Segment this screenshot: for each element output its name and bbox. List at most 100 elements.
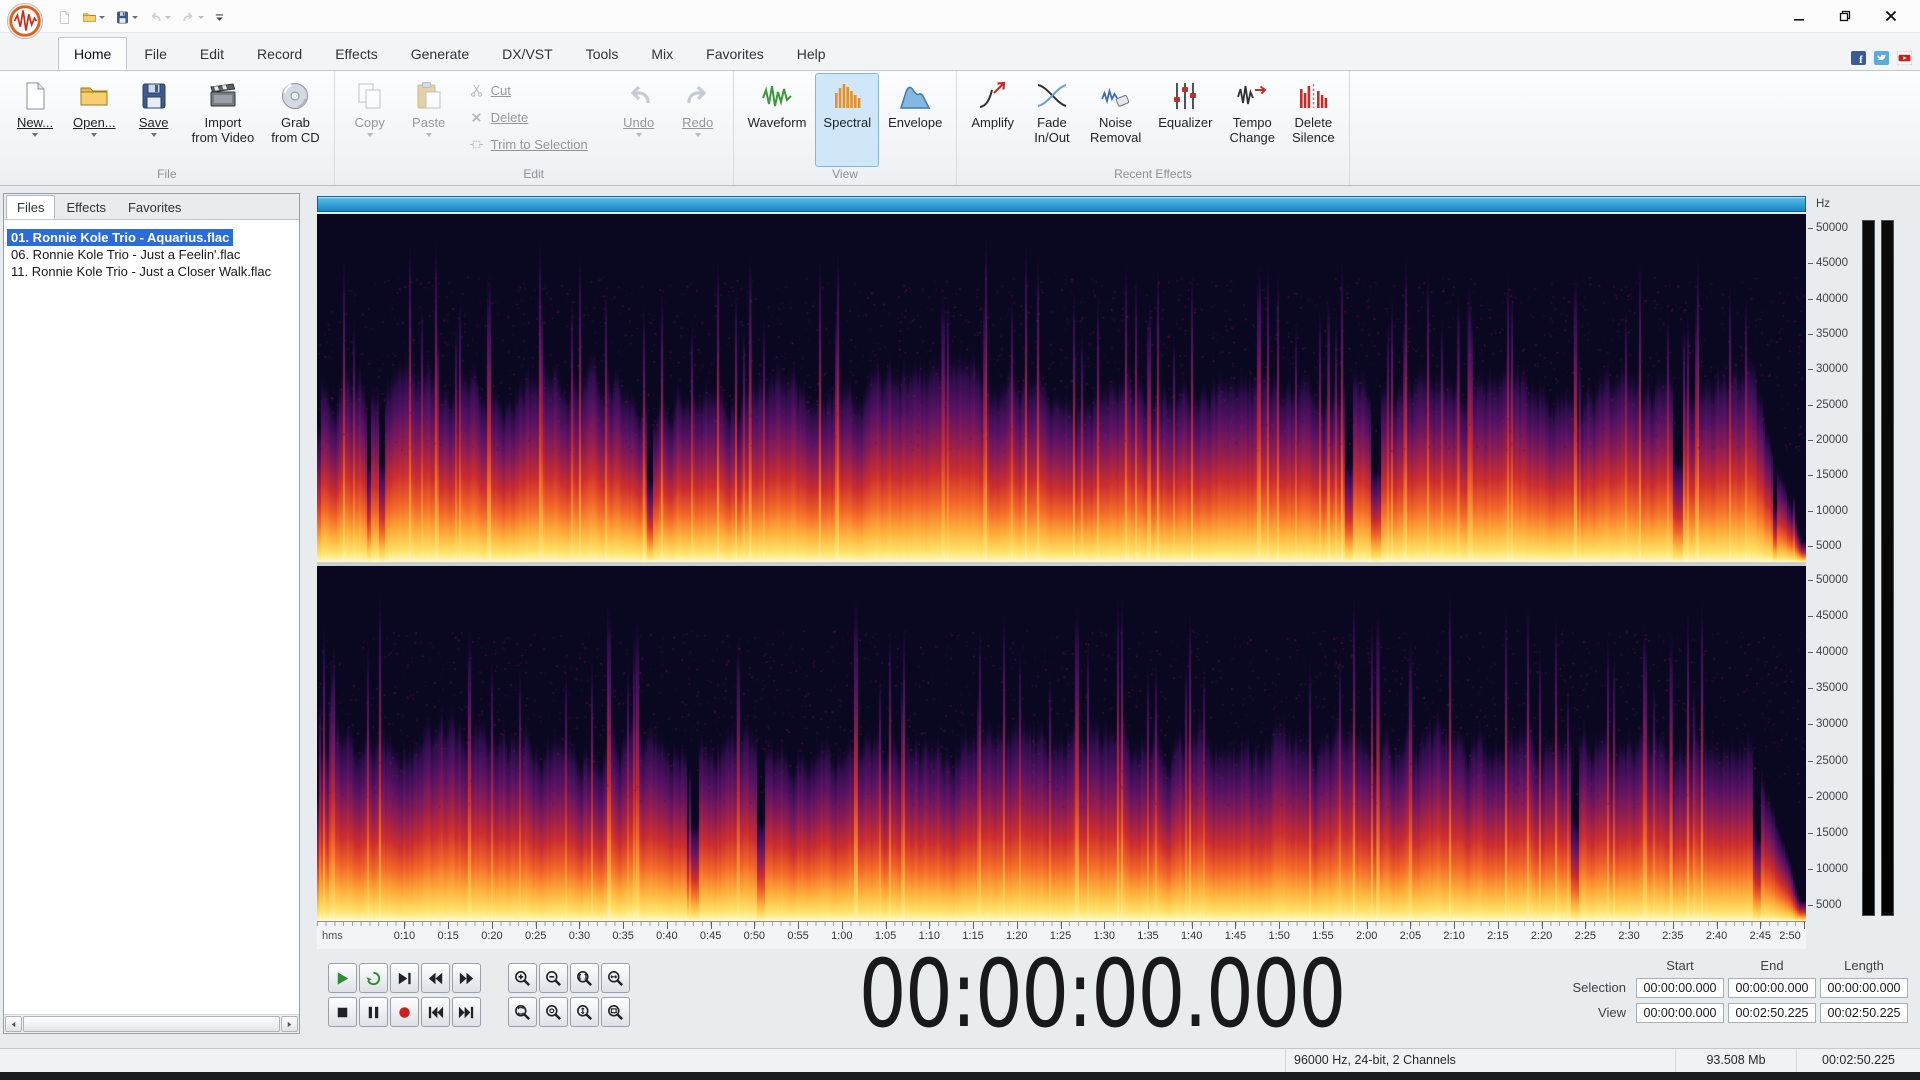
ribbon-button-new[interactable]: New... [6,73,64,167]
file-list-hscrollbar[interactable] [4,1014,299,1033]
minimize-icon [1793,10,1805,22]
ribbon-button-amplify[interactable]: Amplify [963,73,1022,167]
go-start-button[interactable] [421,997,450,1027]
spectrogram-channel-2[interactable] [317,566,1806,921]
spectral-icon [831,77,863,115]
zoom-vert-selection-button[interactable] [508,997,537,1027]
ribbon-tab-home[interactable]: Home [58,37,128,70]
ribbon-button-envelope[interactable]: Envelope [880,73,950,167]
file-list-item[interactable]: 06. Ronnie Kole Trio - Just a Feelin'.fl… [7,246,244,263]
ribbon-tab-record[interactable]: Record [241,37,318,70]
ruler-time-label: 0:25 [524,930,547,942]
zoom-full-button[interactable] [601,963,630,993]
twitter-icon[interactable] [1874,51,1889,65]
selection-end-field[interactable]: 00:00:00.000 [1728,977,1816,998]
youtube-icon[interactable] [1897,51,1912,65]
trim-icon [469,137,485,152]
zoom-vert-out-button[interactable] [539,997,568,1027]
svg-text:f: f [1859,54,1863,65]
go-end-icon [457,1003,476,1022]
close-button[interactable] [1868,0,1914,32]
facebook-icon[interactable]: f [1851,51,1866,65]
panel-tab-favorites[interactable]: Favorites [117,195,192,219]
noise-removal-icon [1100,77,1132,115]
selection-start-field[interactable]: 00:00:00.000 [1636,977,1724,998]
undo-button [145,6,174,28]
view-start-field[interactable]: 00:00:00.000 [1636,1002,1724,1023]
pause-button[interactable] [359,997,388,1027]
redo-icon [181,10,196,25]
view-length-field[interactable]: 00:02:50.225 [1820,1002,1908,1023]
ribbon-tab-favorites[interactable]: Favorites [690,37,780,70]
scroll-right-button[interactable] [281,1016,298,1032]
forward-button[interactable] [452,963,481,993]
ruler-tick [1279,922,1281,929]
maximize-button[interactable] [1822,0,1868,32]
ribbon-tab-help[interactable]: Help [781,37,842,70]
loop-button[interactable] [359,963,388,993]
go-end-button[interactable] [452,997,481,1027]
record-button[interactable] [390,997,419,1027]
ribbon-button-spectral[interactable]: Spectral [815,73,880,167]
selection-length-field[interactable]: 00:00:00.000 [1820,977,1908,998]
customize-quick-access-button[interactable] [211,6,228,28]
dropdown-caret-icon [150,133,157,137]
ribbon-tab-file[interactable]: File [128,37,183,70]
ribbon-tab-dx-vst[interactable]: DX/VST [486,37,569,70]
panel-tabs: Files Effects Favorites [4,194,299,220]
view-end-field[interactable]: 00:02:50.225 [1728,1002,1816,1023]
selection-header-row: Start End Length [1556,955,1912,975]
ribbon-tab-edit[interactable]: Edit [184,37,240,70]
ruler-tick [1497,922,1499,929]
ribbon-button-tempo-change[interactable]: Tempo Change [1221,73,1283,167]
file-list-item[interactable]: 01. Ronnie Kole Trio - Aquarius.flac [7,229,234,246]
zoom-in-button[interactable] [508,963,537,993]
new-document-button[interactable] [54,6,75,28]
ribbon-tab-generate[interactable]: Generate [395,37,485,70]
ribbon-button-fade-in-out[interactable]: Fade In/Out [1023,73,1081,167]
ribbon-button-waveform[interactable]: Waveform [740,73,815,167]
panel-tab-effects[interactable]: Effects [55,195,117,219]
ribbon-button-equalizer[interactable]: Equalizer [1150,73,1220,167]
scroll-left-button[interactable] [5,1016,22,1032]
status-format: 96000 Hz, 24-bit, 2 Channels [1286,1049,1676,1072]
ribbon-tab-mix[interactable]: Mix [635,37,689,70]
ruler-tick [841,922,843,929]
zoom-vert-fit-button[interactable] [601,997,630,1027]
minimize-button[interactable] [1776,0,1822,32]
ribbon-button-noise-removal[interactable]: Noise Removal [1082,73,1149,167]
ribbon-button-import-from-video[interactable]: Import from Video [184,73,263,167]
rewind-button[interactable] [421,963,450,993]
freq-tick [1808,404,1813,406]
freq-tick [1808,760,1813,762]
ruler-tick [1454,922,1456,929]
zoom-vert-full-button[interactable] [570,997,599,1027]
ribbon-tab-effects[interactable]: Effects [319,37,394,70]
ruler-time-label: 0:30 [568,930,591,942]
ribbon-button-delete-silence[interactable]: Delete Silence [1284,73,1343,167]
freq-tick [1808,475,1813,477]
ribbon-tab-bar: Home File Edit Record Effects Generate DX/VST T… [0,33,1920,70]
save-button[interactable] [112,6,141,28]
zoom-out-button[interactable] [539,963,568,993]
level-meter-left [1862,220,1875,916]
freq-label-ch2: 15000 [1816,826,1848,839]
play-all-icon [395,969,414,988]
file-list-item[interactable]: 11. Ronnie Kole Trio - Just a Closer Wal… [7,263,275,280]
selection-view-panel: Start End Length Selection 00:00:00.000 00:00… [1556,955,1912,1025]
overview-scrollbar[interactable] [317,196,1806,212]
spectrogram-channel-1[interactable] [317,214,1806,562]
scrollbar-thumb[interactable] [23,1016,280,1032]
ribbon-button-open[interactable]: Open... [65,73,124,167]
play-all-button[interactable] [390,963,419,993]
open-button[interactable] [79,6,108,28]
play-button[interactable] [328,963,357,993]
stop-button[interactable] [328,997,357,1027]
ribbon-button-save[interactable]: Save [125,73,183,167]
ribbon-tab-tools[interactable]: Tools [570,37,635,70]
zoom-selection-button[interactable] [570,963,599,993]
panel-tab-files[interactable]: Files [6,195,56,219]
freq-tick [1808,546,1813,547]
ribbon-button-grab-from-cd[interactable]: Grab from CD [263,73,327,167]
ruler-time-label: 2:35 [1662,930,1684,942]
